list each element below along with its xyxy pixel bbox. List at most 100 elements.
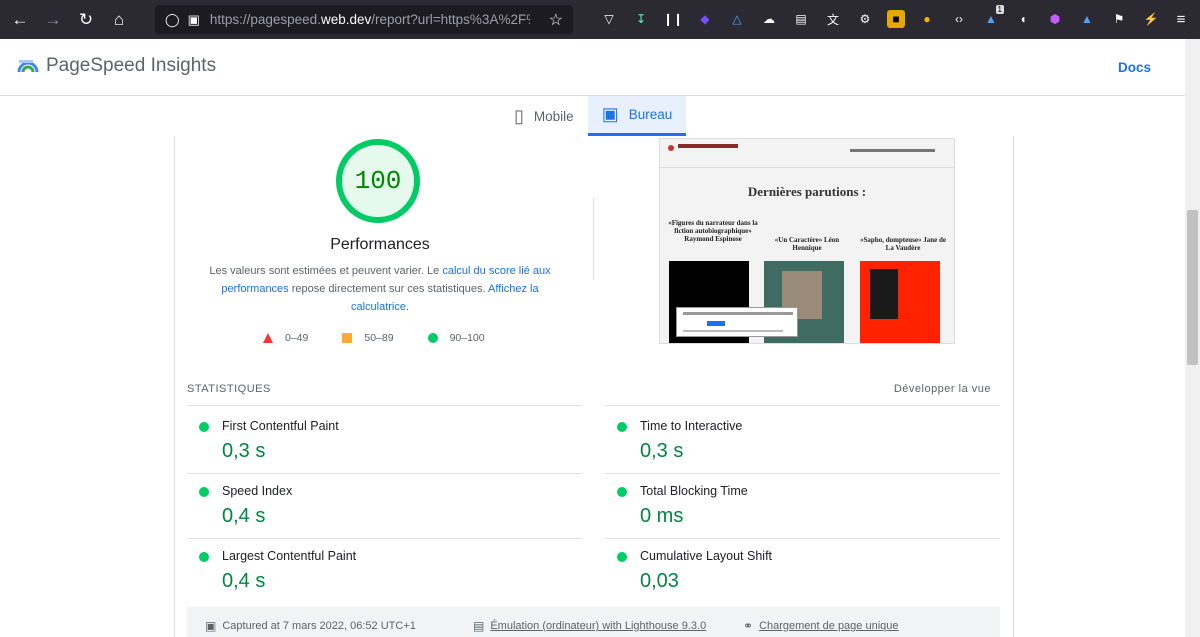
metric-name: Total Blocking Time: [640, 484, 748, 498]
metric-name: Cumulative Layout Shift: [640, 549, 773, 563]
shield-icon[interactable]: ◯: [165, 12, 180, 28]
extension-chrome-icon[interactable]: ●: [918, 10, 936, 28]
extension-yellow-icon[interactable]: ■: [887, 10, 905, 28]
note-text-2: repose directement sur ces statistiques.: [288, 283, 489, 295]
site-divider: [660, 167, 954, 168]
legend-fail-label: 0–49: [285, 332, 309, 344]
menu-icon[interactable]: ≡: [1172, 10, 1190, 28]
load-text[interactable]: Chargement de page unique: [759, 620, 898, 632]
average-square-icon: [342, 333, 353, 343]
legend-average-label: 50–89: [364, 332, 394, 344]
metric-tti: Time to Interactive 0,3 s: [605, 408, 1000, 473]
bookmark-star-icon[interactable]: ☆: [549, 10, 563, 30]
pass-circle-icon: [617, 422, 627, 432]
tab-desktop-label: Bureau: [628, 107, 673, 122]
book3-cover: [860, 261, 940, 343]
extension-gear-icon[interactable]: ⚙: [856, 10, 874, 28]
emulation-info[interactable]: ▤ Émulation (ordinateur) with Lighthouse …: [473, 619, 706, 633]
note-text-end: .: [405, 301, 410, 313]
browser-toolbar: ← → ↻ ⌂ ◯ ▣ https://pagespeed.web.dev/re…: [0, 0, 1200, 39]
extension-circle-icon[interactable]: ◖: [1014, 10, 1032, 28]
metric-lcp: Largest Contentful Paint 0,4 s: [187, 538, 582, 603]
book2-title: «Un Caractère» Léon Hennique: [774, 236, 840, 252]
library-icon[interactable]: ❙❙: [663, 10, 683, 28]
tab-desktop[interactable]: ▣ Bureau: [587, 96, 687, 136]
url-path: /report?url=https%3A%2F%2Fedit: [371, 12, 530, 27]
report-card: 100 Performances Les valeurs sont estimé…: [174, 136, 1014, 637]
emulation-text[interactable]: Émulation (ordinateur) with Lighthouse 9…: [490, 620, 706, 632]
stats-divider-right: [605, 405, 1000, 406]
reload-icon[interactable]: ↻: [72, 6, 100, 34]
metric-value: 0,3 s: [640, 440, 684, 462]
url-prefix: https://pagespeed.: [209, 12, 321, 27]
fail-triangle-icon: [263, 333, 273, 343]
stats-divider-left: [187, 405, 582, 406]
legend-average: 50–89: [342, 332, 394, 344]
url-text[interactable]: https://pagespeed.web.dev/report?url=htt…: [210, 12, 530, 27]
tab-mobile[interactable]: ▯ Mobile: [500, 96, 588, 136]
timer-icon: ⚭: [743, 619, 754, 633]
extension-hex-icon[interactable]: ⬢: [1046, 10, 1064, 28]
extension-translate-icon[interactable]: 文: [824, 10, 842, 28]
legend-fail: 0–49: [263, 332, 308, 344]
cookie-footnote: [683, 330, 783, 332]
captured-text: Captured at 7 mars 2022, 06:52 UTC+1: [222, 620, 416, 632]
legend-pass: 90–100: [427, 332, 485, 344]
pass-circle-icon: [427, 333, 438, 343]
site-heading: Dernières parutions :: [747, 184, 867, 199]
run-info-bar: ▣ Captured at 7 mars 2022, 06:52 UTC+1 ▤ É…: [187, 607, 1000, 637]
extension-cloud-icon[interactable]: ☁: [760, 10, 778, 28]
legend-pass-label: 90–100: [449, 332, 485, 344]
extension-badge-count: 1: [995, 5, 1004, 14]
pass-circle-icon: [617, 552, 627, 562]
scrollbar-thumb[interactable]: [1187, 210, 1198, 365]
pass-circle-icon: [199, 552, 209, 562]
pass-circle-icon: [617, 487, 627, 497]
vertical-divider: [593, 198, 594, 280]
captured-info: ▣ Captured at 7 mars 2022, 06:52 UTC+1: [205, 619, 416, 633]
note-text-1: Les valeurs sont estimées et peuvent var…: [209, 265, 443, 277]
tab-mobile-label: Mobile: [533, 108, 574, 124]
extension-purple-icon[interactable]: ◆: [696, 10, 714, 28]
cookie-text: [683, 312, 793, 315]
laptop-icon: ▣: [601, 104, 619, 124]
extension-code-icon[interactable]: ‹›: [950, 10, 968, 28]
extension-bolt-icon[interactable]: ⚡: [1142, 10, 1160, 28]
metric-value: 0,3 s: [222, 440, 266, 462]
forward-arrow-icon[interactable]: →: [39, 6, 67, 34]
address-bar[interactable]: ◯ ▣ https://pagespeed.web.dev/report?url…: [155, 5, 573, 34]
score-title: Performances: [330, 236, 430, 253]
book3-title: «Sapho, dompteuse» Jane de La Vaudère: [860, 236, 946, 252]
extension-bars-icon[interactable]: ▤: [792, 10, 810, 28]
metric-name: First Contentful Paint: [222, 419, 339, 433]
download-icon[interactable]: ↧: [632, 10, 650, 28]
pocket-icon[interactable]: ▽: [600, 10, 618, 28]
cookie-accept-button: [707, 321, 725, 326]
pass-circle-icon: [199, 487, 209, 497]
page-content: PageSpeed Insights Docs ▯ Mobile ▣ Burea…: [0, 39, 1185, 637]
back-arrow-icon[interactable]: ←: [6, 6, 34, 34]
home-icon[interactable]: ⌂: [105, 6, 133, 34]
extension-drop-icon[interactable]: ▲: [1078, 10, 1096, 28]
metric-speed-index: Speed Index 0,4 s: [187, 473, 582, 538]
score-legend: 0–49 50–89 90–100: [263, 332, 519, 344]
metric-cls: Cumulative Layout Shift 0,03: [605, 538, 1000, 603]
extension-triangle-icon[interactable]: △: [728, 10, 746, 28]
extension-badge-icon[interactable]: ▲ 1: [982, 5, 1004, 28]
device-tabs: ▯ Mobile ▣ Bureau: [500, 96, 687, 136]
score-value: 100: [354, 166, 402, 196]
metric-value: 0,03: [640, 570, 679, 592]
extension-flag-icon[interactable]: ⚑: [1110, 10, 1128, 28]
load-info[interactable]: ⚭ Chargement de page unique: [743, 619, 899, 633]
metric-name: Time to Interactive: [640, 419, 743, 433]
site-header: PageSpeed Insights Docs: [0, 39, 1185, 96]
site-menu: [850, 149, 935, 152]
metric-value: 0,4 s: [222, 570, 266, 592]
stats-heading: STATISTIQUES: [187, 383, 271, 395]
expand-view-toggle[interactable]: Développer la vue: [894, 383, 991, 395]
book3-portrait: [870, 269, 898, 319]
score-note: Les valeurs sont estimées et peuvent var…: [195, 262, 565, 316]
calendar-icon: ▣: [205, 619, 217, 633]
docs-link[interactable]: Docs: [1118, 60, 1151, 75]
lock-icon[interactable]: ▣: [188, 12, 200, 28]
